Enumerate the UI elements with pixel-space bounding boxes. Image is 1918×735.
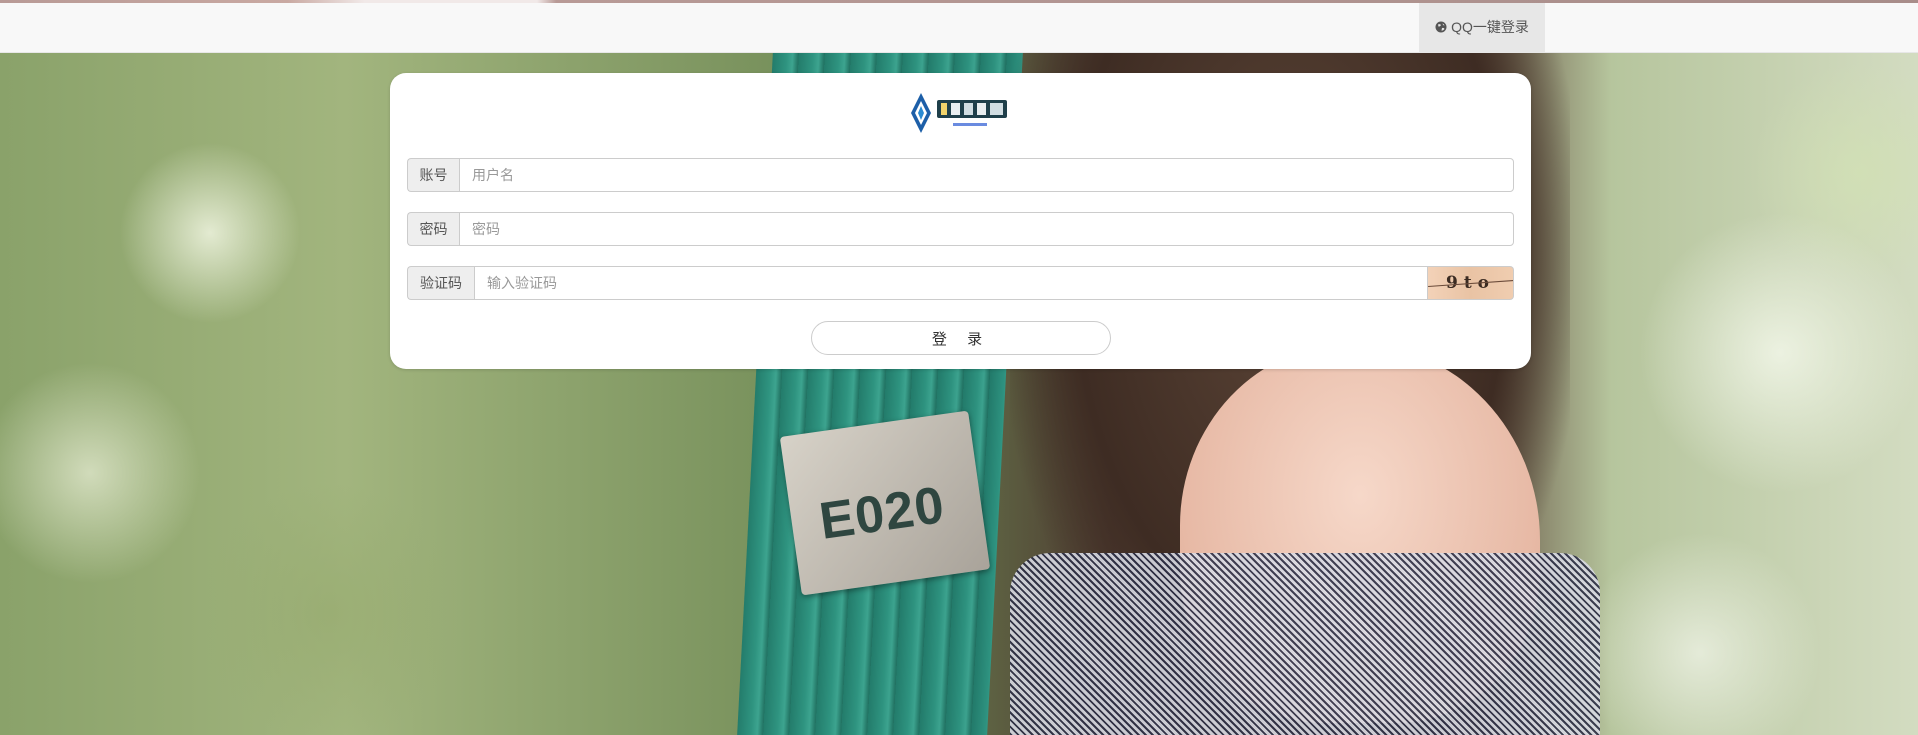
qq-login-link[interactable]: QQ一键登录 [1419,0,1545,53]
captcha-input[interactable] [474,266,1428,300]
qq-login-label: QQ一键登录 [1451,18,1529,35]
captcha-label: 验证码 [407,266,474,300]
password-label: 密码 [407,212,459,246]
captcha-image[interactable]: 9to [1428,266,1514,300]
captcha-input-group: 验证码 9to [407,266,1514,300]
background-dress [1010,553,1600,735]
top-navbar: QQ一键登录 [0,0,1918,53]
account-label: 账号 [407,158,459,192]
password-input-group: 密码 [407,212,1514,246]
login-button[interactable]: 登 录 [811,321,1111,355]
globe-icon [1435,21,1447,32]
page-loading-bar [0,0,1918,3]
login-card: 账号 密码 验证码 9to 登 录 [390,73,1531,369]
username-input[interactable] [459,158,1514,192]
account-input-group: 账号 [407,158,1514,192]
site-logo-icon [911,93,1007,133]
background-sign: E020 [779,410,991,596]
password-input[interactable] [459,212,1514,246]
sign-text: E020 [816,476,949,551]
